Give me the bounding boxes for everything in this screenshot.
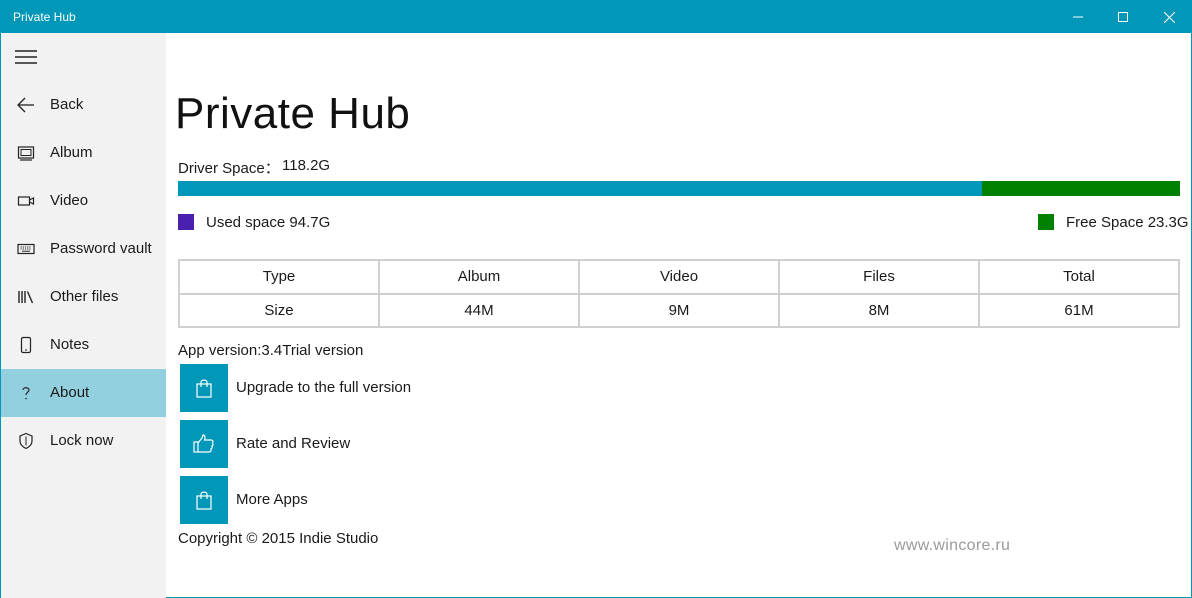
app-window: Private Hub Back Album Video Password va… xyxy=(0,0,1192,598)
table-cell: 9M xyxy=(578,292,780,328)
app-version-text: App version:3.4Trial version xyxy=(178,342,364,359)
table-header-cell: Album xyxy=(378,259,580,295)
sidebar-item-label: Album xyxy=(50,144,93,161)
main-content: Private Hub Driver Space： 118.2G Used sp… xyxy=(166,33,1191,598)
sidebar-item-password-vault[interactable]: Password vault xyxy=(1,225,166,273)
drive-space-value: 118.2G xyxy=(282,157,331,174)
rate-and-review-label[interactable]: Rate and Review xyxy=(236,435,350,452)
sidebar-item-video[interactable]: Video xyxy=(1,177,166,225)
upgrade-label[interactable]: Upgrade to the full version xyxy=(236,379,411,396)
sidebar-item-about[interactable]: About xyxy=(1,369,166,417)
close-icon xyxy=(1163,11,1175,23)
table-cell: 8M xyxy=(778,292,980,328)
sidebar-item-label: Video xyxy=(50,192,89,209)
title-bar: Private Hub xyxy=(1,1,1191,33)
table-cell: 44M xyxy=(378,292,580,328)
table-cell: Size xyxy=(178,292,380,328)
sidebar-item-label: Other files xyxy=(50,288,119,305)
sidebar-item-label: Notes xyxy=(50,336,90,353)
size-table: Type Album Video Files Total Size 44M 9M… xyxy=(178,259,1180,328)
shield-icon xyxy=(19,432,33,450)
table-header-cell: Total xyxy=(978,259,1180,295)
copyright-text: Copyright © 2015 Indie Studio xyxy=(178,530,379,547)
table-row: Size 44M 9M 8M 61M xyxy=(178,292,1180,328)
question-icon xyxy=(22,387,30,400)
sidebar: Back Album Video Password vault Other fi… xyxy=(1,33,166,598)
used-space-label: Used space 94.7G xyxy=(206,214,331,231)
minimize-icon xyxy=(1073,16,1083,18)
library-icon xyxy=(18,291,34,304)
keyboard-icon xyxy=(17,243,35,255)
hamburger-menu-icon[interactable] xyxy=(15,50,37,64)
sidebar-item-other-files[interactable]: Other files xyxy=(1,273,166,321)
phone-icon xyxy=(20,336,32,354)
used-space-fill xyxy=(178,181,982,196)
free-space-label: Free Space 23.3G xyxy=(1066,214,1189,231)
sidebar-item-label: Lock now xyxy=(50,432,114,449)
sidebar-item-notes[interactable]: Notes xyxy=(1,321,166,369)
watermark: www.wincore.ru xyxy=(894,537,1011,554)
free-space-swatch xyxy=(1038,214,1054,230)
table-cell: 61M xyxy=(978,292,1180,328)
table-header-row: Type Album Video Files Total xyxy=(178,259,1180,295)
table-header-cell: Files xyxy=(778,259,980,295)
sidebar-item-label: About xyxy=(50,384,90,401)
sidebar-item-lock-now[interactable]: Lock now xyxy=(1,417,166,465)
used-space-swatch xyxy=(178,214,194,230)
page-title: Private Hub xyxy=(175,89,411,138)
storage-usage-bar xyxy=(178,181,1180,196)
thumbs-up-icon xyxy=(193,434,214,453)
maximize-icon xyxy=(1118,12,1128,22)
shopping-bag-icon xyxy=(196,491,212,510)
more-apps-label[interactable]: More Apps xyxy=(236,491,308,508)
sidebar-item-album[interactable]: Album xyxy=(1,129,166,177)
drive-space-label: Driver Space： xyxy=(178,160,280,177)
minimize-button[interactable] xyxy=(1055,1,1101,33)
table-header-cell: Type xyxy=(178,259,380,295)
close-button[interactable] xyxy=(1146,1,1192,33)
table-header-cell: Video xyxy=(578,259,780,295)
shopping-bag-icon xyxy=(196,379,212,398)
album-icon xyxy=(17,146,35,161)
sidebar-item-label: Back xyxy=(50,96,84,113)
window-title: Private Hub xyxy=(13,10,76,24)
action-tile[interactable] xyxy=(180,476,228,524)
video-camera-icon xyxy=(17,196,35,206)
action-tile[interactable] xyxy=(180,420,228,468)
sidebar-item-back[interactable]: Back xyxy=(1,81,166,129)
action-tile[interactable] xyxy=(180,364,228,412)
back-arrow-icon xyxy=(17,97,34,113)
maximize-button[interactable] xyxy=(1100,1,1146,33)
sidebar-item-label: Password vault xyxy=(50,240,152,257)
